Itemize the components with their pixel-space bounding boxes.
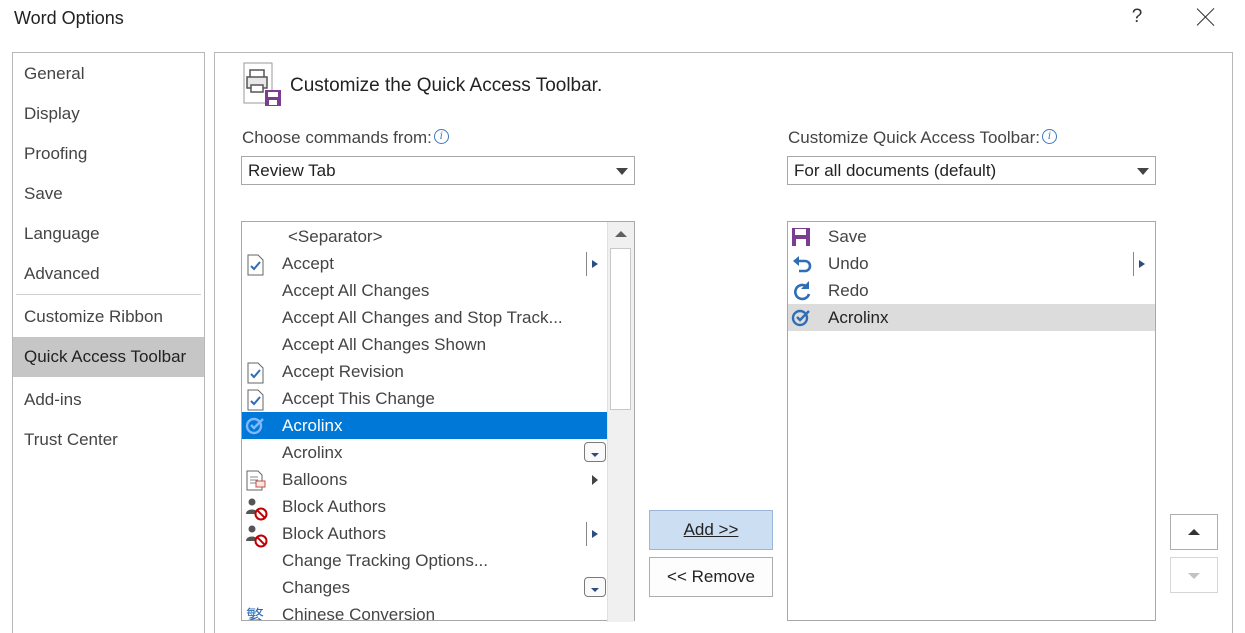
command-list-item[interactable]: <Separator>	[242, 223, 608, 250]
save-icon	[791, 227, 811, 247]
item-label: Acrolinx	[828, 308, 889, 327]
document-check-icon	[245, 362, 265, 384]
item-label: Accept All Changes and Stop Track...	[282, 308, 563, 327]
close-icon[interactable]	[1196, 7, 1216, 27]
move-up-button[interactable]	[1170, 514, 1218, 550]
nav-item-trust-center[interactable]: Trust Center	[13, 420, 204, 460]
item-label: Accept All Changes	[282, 281, 430, 300]
item-label: Save	[828, 227, 867, 246]
choose-commands-label: Choose commands from: i	[242, 128, 449, 148]
redo-icon	[791, 281, 811, 301]
nav-item-customize-ribbon[interactable]: Customize Ribbon	[13, 297, 204, 337]
item-label: Undo	[828, 254, 869, 273]
item-label: Block Authors	[282, 497, 386, 516]
command-list-item[interactable]: Accept	[242, 250, 608, 277]
nav-item-add-ins[interactable]: Add-ins	[13, 380, 204, 420]
toolbar-list-item[interactable]: Redo	[788, 277, 1155, 304]
customize-toolbar-dropdown[interactable]: For all documents (default)	[787, 156, 1156, 185]
dropdown-indicator-icon	[584, 442, 606, 462]
command-list-item[interactable]: Balloons	[242, 466, 608, 493]
info-icon[interactable]: i	[1041, 129, 1057, 144]
document-check-icon	[245, 389, 265, 411]
item-label: Balloons	[282, 470, 348, 489]
options-nav: General Display Proofing Save Language A…	[12, 52, 205, 633]
command-list-item[interactable]: Acrolinx	[242, 412, 608, 439]
acrolinx-icon	[791, 308, 811, 328]
item-label: Accept All Changes Shown	[282, 335, 487, 354]
page-heading: Customize the Quick Access Toolbar.	[290, 75, 603, 96]
item-label: Changes	[282, 578, 351, 597]
window-title: Word Options	[14, 8, 124, 28]
item-label: Change Tracking Options...	[282, 551, 489, 570]
item-label: Redo	[828, 281, 869, 300]
balloons-icon	[245, 470, 266, 491]
nav-item-save[interactable]: Save	[13, 174, 204, 214]
item-label: Acrolinx	[282, 443, 343, 462]
item-label: Accept Revision	[282, 362, 404, 381]
command-list-item[interactable]: 繁 Chinese Conversion	[242, 601, 608, 621]
commands-list[interactable]: <Separator> Accept Accept All Changes Accep…	[241, 221, 635, 621]
nav-item-quick-access-toolbar[interactable]: Quick Access Toolbar	[13, 337, 204, 377]
scroll-thumb[interactable]	[610, 248, 631, 410]
block-authors-icon	[245, 524, 268, 548]
remove-button[interactable]: << Remove	[649, 557, 773, 597]
nav-item-advanced[interactable]: Advanced	[13, 254, 204, 294]
printer-save-icon	[243, 62, 281, 106]
command-list-item[interactable]: Accept This Change	[242, 385, 608, 412]
info-icon[interactable]: i	[433, 129, 449, 144]
add-button[interactable]: Add >>	[649, 510, 773, 550]
choose-commands-dropdown[interactable]: Review Tab	[241, 156, 635, 185]
chinese-conversion-icon: 繁	[245, 605, 265, 621]
command-list-item[interactable]: Block Authors	[242, 520, 608, 548]
dropdown-indicator-icon	[584, 577, 606, 597]
item-label: Acrolinx	[282, 416, 343, 435]
item-label: Block Authors	[282, 524, 386, 543]
chevron-down-icon	[1137, 168, 1149, 175]
toolbar-list-item[interactable]: Acrolinx	[788, 304, 1155, 331]
item-label: Chinese Conversion	[282, 605, 436, 621]
nav-item-language[interactable]: Language	[13, 214, 204, 254]
command-list-item[interactable]: Block Authors	[242, 493, 608, 521]
document-check-icon	[245, 254, 265, 276]
command-list-item[interactable]: Change Tracking Options...	[242, 547, 608, 574]
nav-item-proofing[interactable]: Proofing	[13, 134, 204, 174]
command-list-item[interactable]: Acrolinx	[242, 439, 608, 466]
toolbar-list-item[interactable]: Undo	[788, 250, 1155, 277]
command-list-item[interactable]: Accept All Changes Shown	[242, 331, 608, 358]
item-label: Accept	[282, 254, 334, 273]
toolbar-list-item[interactable]: Save	[788, 223, 1155, 250]
item-label: Accept This Change	[282, 389, 435, 408]
acrolinx-icon	[245, 416, 265, 436]
command-list-item[interactable]: Accept Revision	[242, 358, 608, 385]
nav-item-general[interactable]: General	[13, 54, 204, 94]
commands-scrollbar[interactable]	[607, 222, 634, 622]
submenu-arrow-icon	[1133, 252, 1145, 276]
undo-icon	[791, 254, 812, 274]
nav-divider	[16, 294, 201, 295]
scroll-up-icon[interactable]	[608, 222, 634, 246]
help-button[interactable]: ?	[1129, 6, 1145, 28]
svg-text:繁: 繁	[246, 607, 264, 621]
submenu-arrow-icon	[586, 522, 598, 546]
submenu-arrow-icon	[586, 252, 598, 276]
block-authors-icon	[245, 497, 268, 521]
toolbar-items-list[interactable]: Save Undo Redo Acrolinx	[787, 221, 1156, 621]
command-list-item[interactable]: Changes	[242, 574, 608, 601]
customize-toolbar-label: Customize Quick Access Toolbar: i	[788, 128, 1057, 148]
chevron-down-icon	[616, 168, 628, 175]
item-label: <Separator>	[288, 227, 383, 246]
command-list-item[interactable]: Accept All Changes	[242, 277, 608, 304]
move-down-button[interactable]	[1170, 557, 1218, 593]
add-button-label: Add >>	[683, 520, 739, 539]
nav-item-display[interactable]: Display	[13, 94, 204, 134]
command-list-item[interactable]: Accept All Changes and Stop Track...	[242, 304, 608, 331]
